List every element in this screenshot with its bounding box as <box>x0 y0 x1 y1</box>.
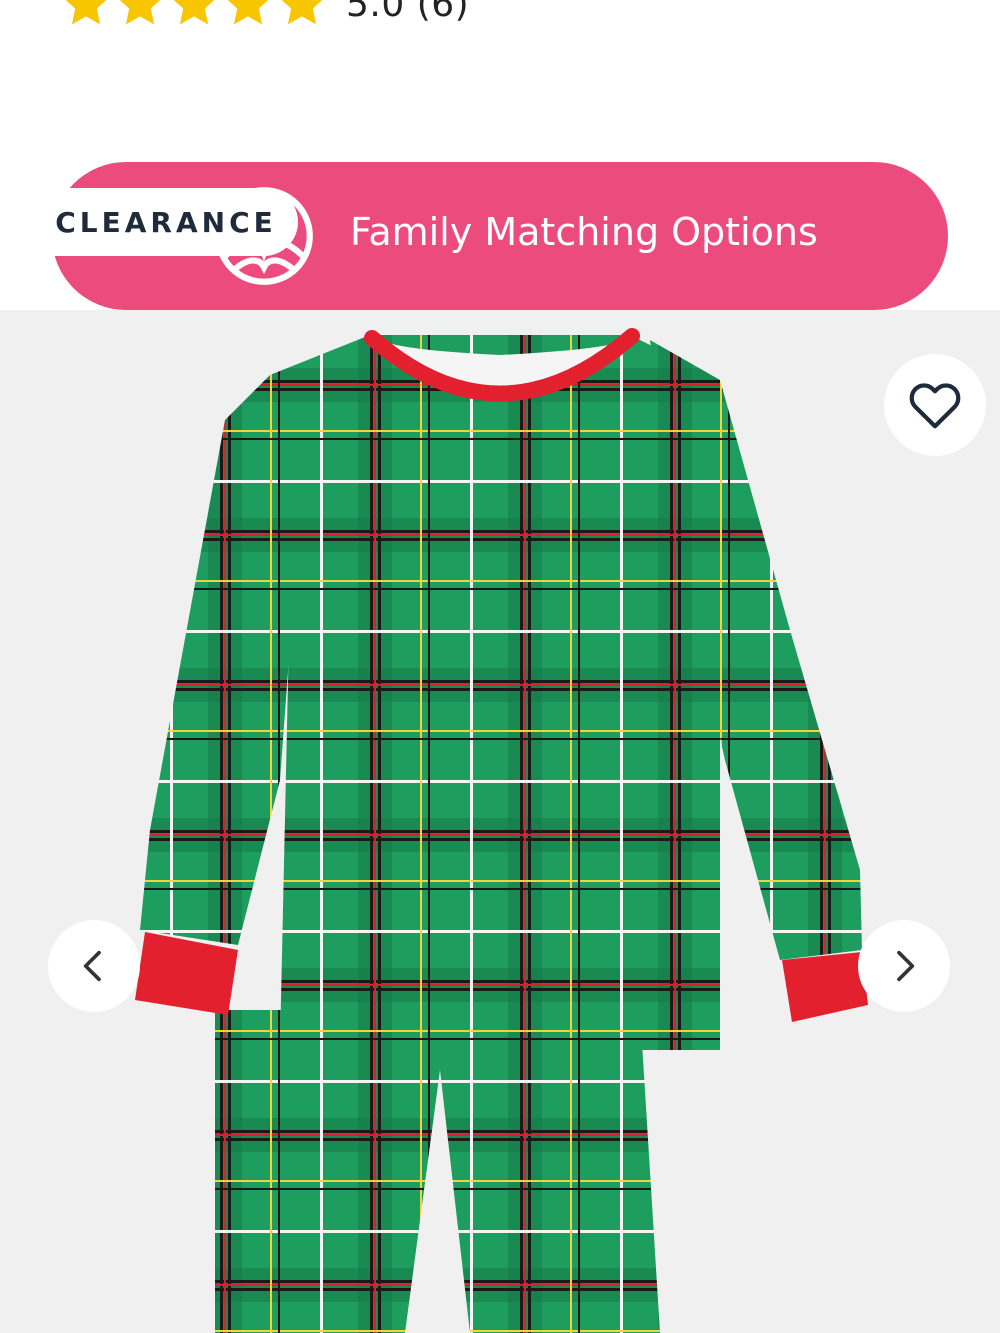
product-page: 5.0 (6) Family Matching Options CLEARANC… <box>0 0 1000 1333</box>
product-rating[interactable]: 5.0 (6) <box>60 0 469 30</box>
star-icon <box>227 0 269 25</box>
star-icon <box>65 0 107 25</box>
chevron-left-icon <box>83 950 101 982</box>
star-icon <box>119 0 161 25</box>
next-image-button[interactable] <box>858 920 950 1012</box>
star-icon <box>173 0 215 25</box>
star-icon <box>281 0 323 25</box>
heart-icon <box>909 383 961 429</box>
favorite-button[interactable] <box>884 354 986 456</box>
product-image <box>135 328 868 1333</box>
rating-value: 5.0 (6) <box>346 0 470 25</box>
previous-image-button[interactable] <box>48 920 140 1012</box>
family-matching-label: Family Matching Options <box>350 210 818 254</box>
product-image-gallery[interactable] <box>0 310 1000 1333</box>
clearance-badge: CLEARANCE <box>34 188 298 256</box>
rating-stars <box>60 0 328 30</box>
chevron-right-icon <box>897 950 915 982</box>
